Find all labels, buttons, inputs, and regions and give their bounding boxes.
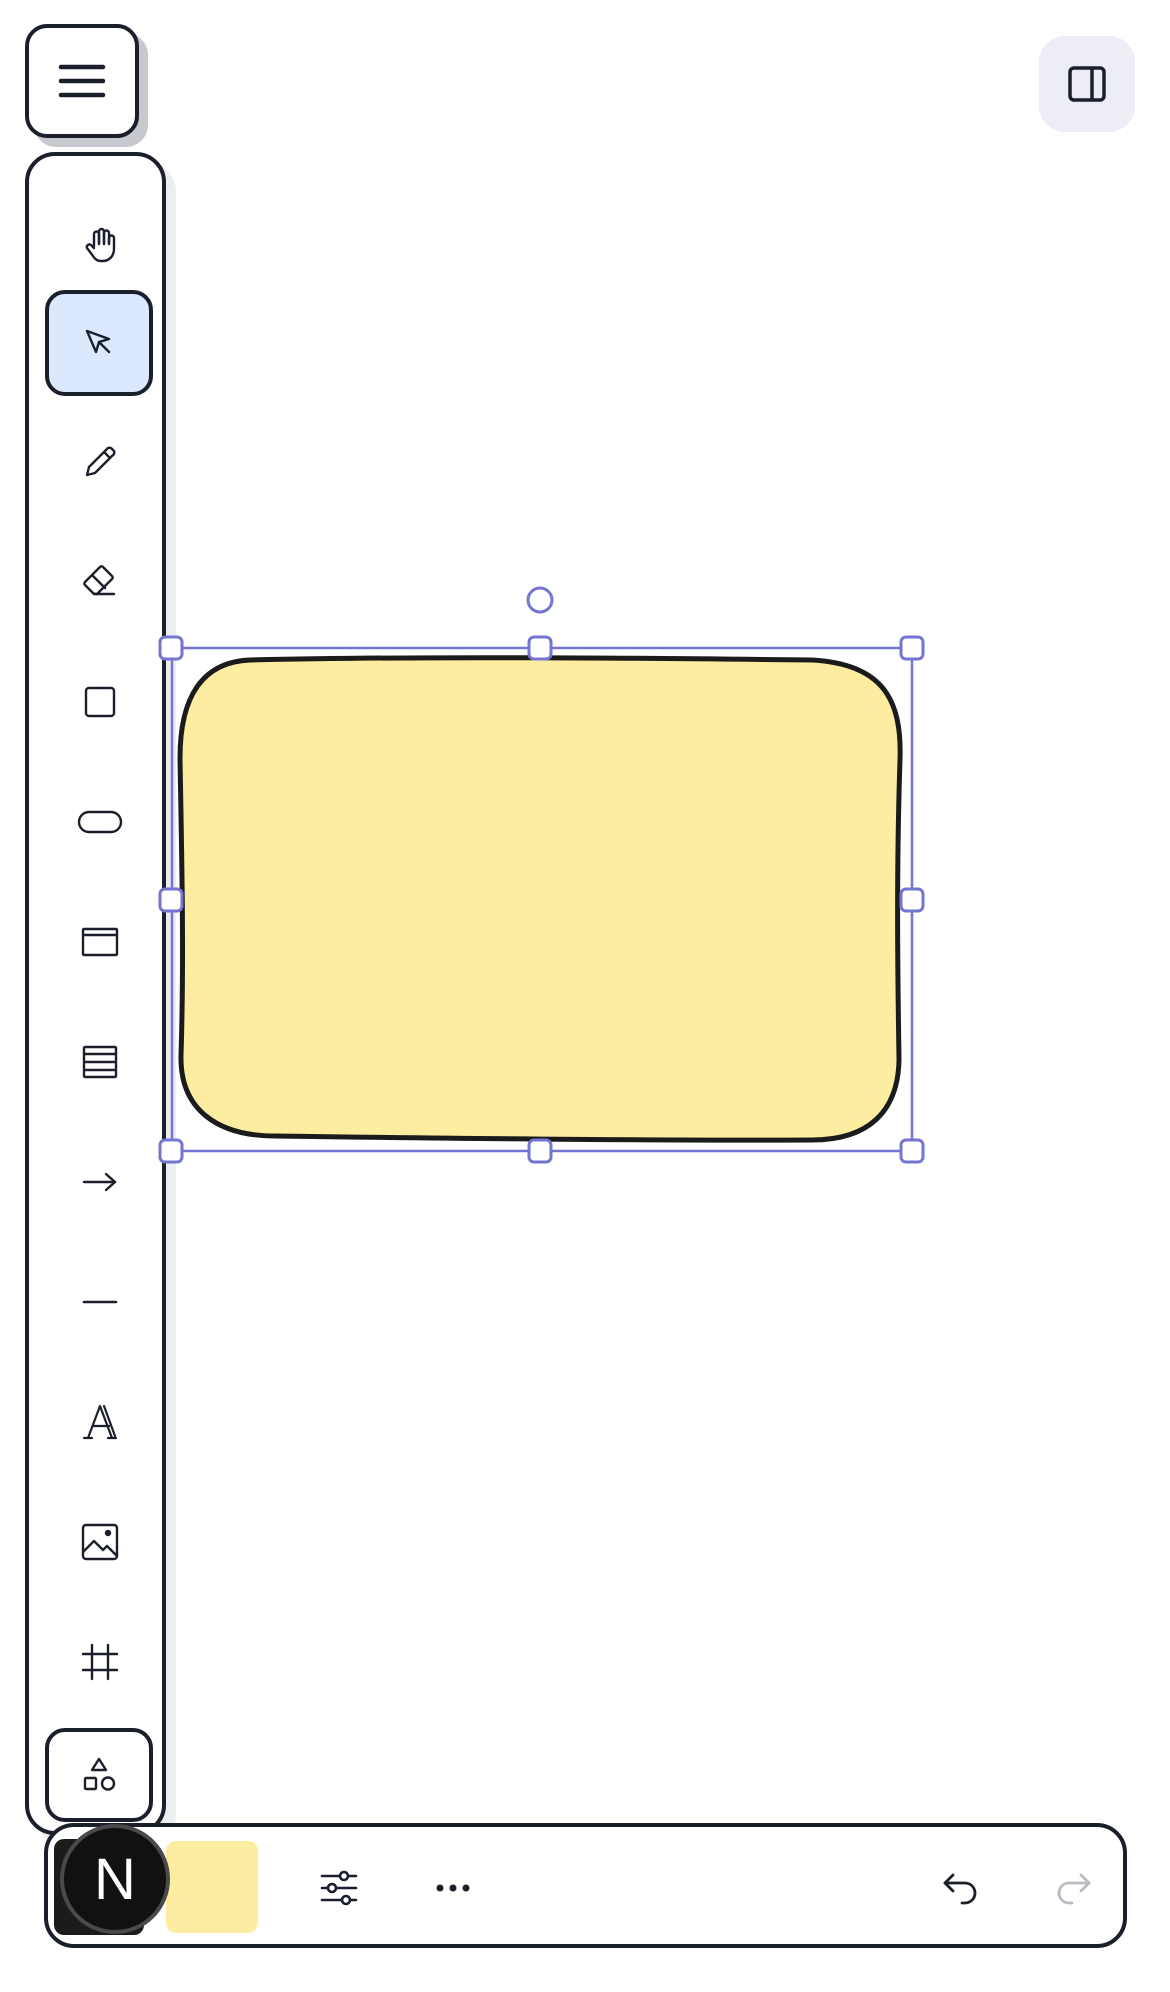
ellipsis-icon [436, 1884, 470, 1892]
app-badge-letter: N [94, 1846, 136, 1912]
more-options-button[interactable] [418, 1853, 488, 1923]
resize-handle-left[interactable] [158, 887, 184, 913]
undo-button[interactable] [926, 1853, 996, 1923]
undo-icon [943, 1873, 977, 1905]
app-badge[interactable]: N [60, 1824, 170, 1934]
rotation-handle[interactable] [526, 586, 554, 614]
sliders-icon [320, 1870, 358, 1906]
rounded-rectangle-shape[interactable] [177, 655, 903, 1143]
resize-handle-bottom[interactable] [527, 1138, 553, 1164]
resize-handle-bottom-right[interactable] [899, 1138, 925, 1164]
redo-button[interactable] [1038, 1853, 1108, 1923]
resize-handle-top[interactable] [527, 635, 553, 661]
resize-handle-top-right[interactable] [899, 635, 925, 661]
resize-handle-bottom-left[interactable] [158, 1138, 184, 1164]
redo-icon [1057, 1873, 1091, 1905]
resize-handle-top-left[interactable] [158, 635, 184, 661]
style-settings-button[interactable] [304, 1853, 374, 1923]
style-bar [44, 1823, 1127, 1948]
resize-handle-right[interactable] [899, 887, 925, 913]
fill-color-swatch[interactable] [166, 1841, 258, 1933]
canvas[interactable] [0, 0, 1170, 1992]
